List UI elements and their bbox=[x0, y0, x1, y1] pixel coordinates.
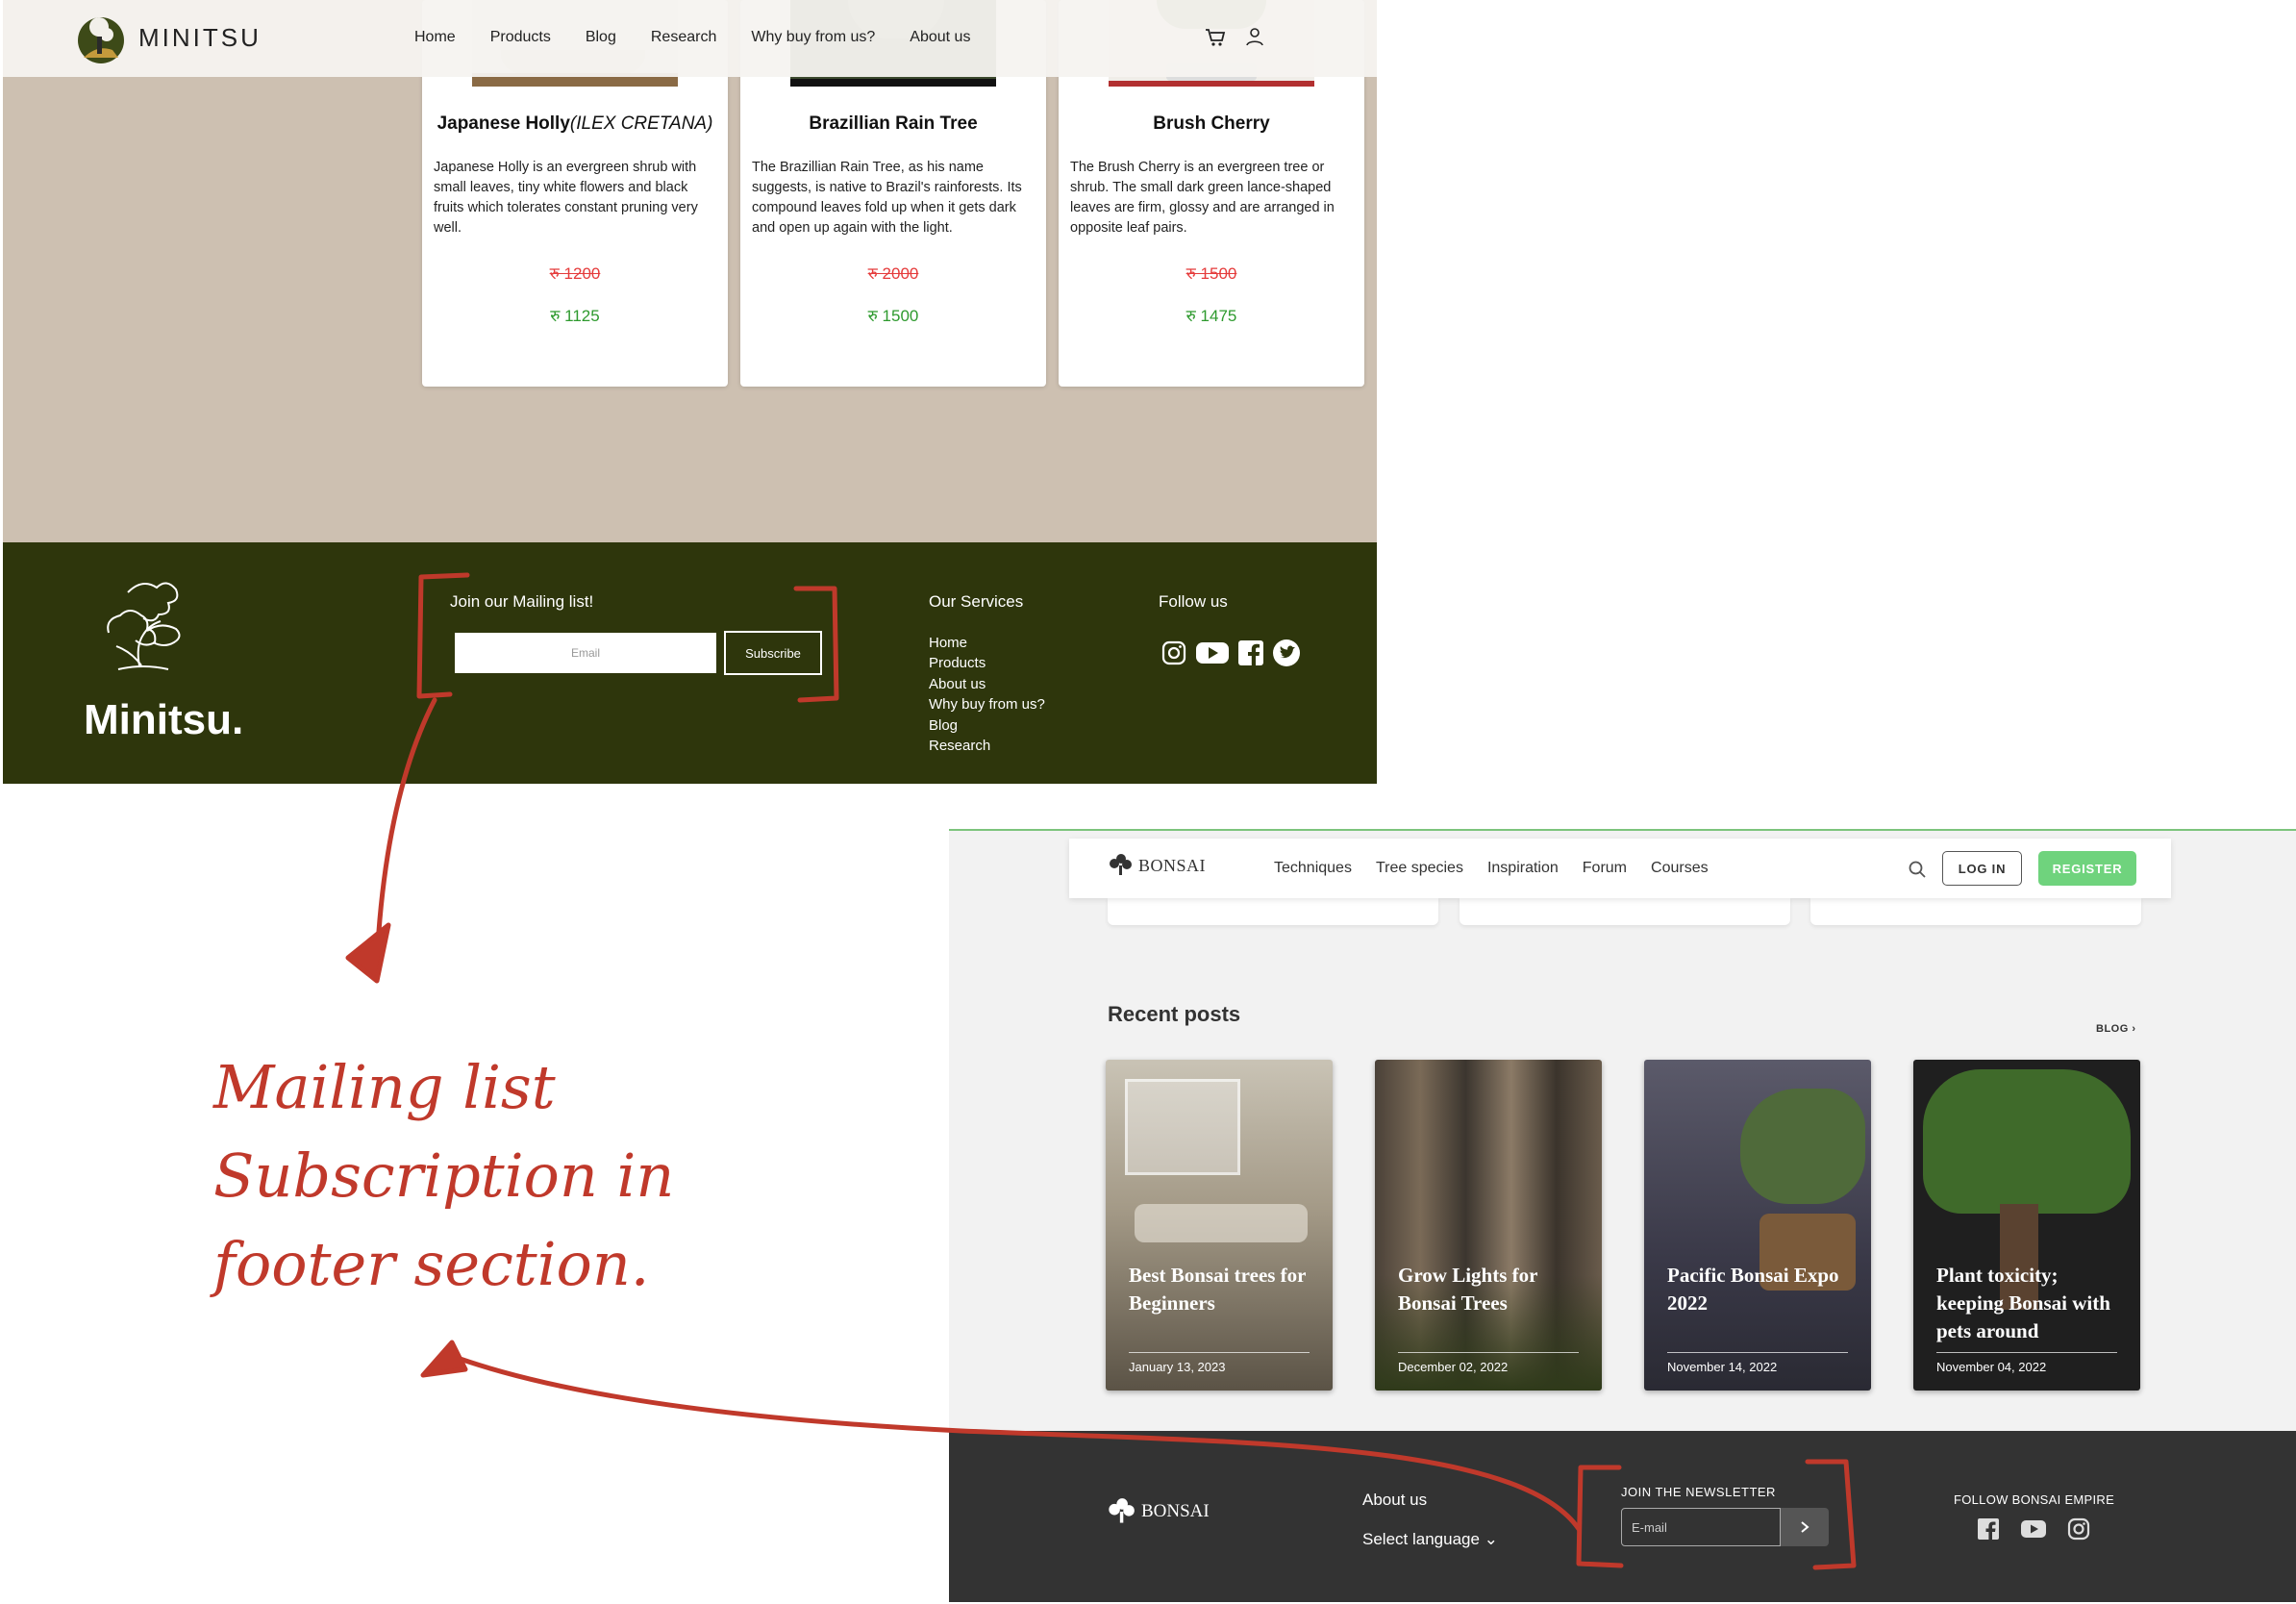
top-navigation: MINITSU Home Products Blog Research Why … bbox=[3, 0, 1377, 77]
highlight-bracket-right bbox=[793, 586, 839, 703]
arrowhead-left bbox=[420, 1340, 468, 1378]
highlight-bracket-left-2 bbox=[1576, 1465, 1624, 1568]
arrow-to-note bbox=[374, 697, 437, 965]
nav-products[interactable]: Products bbox=[490, 29, 551, 46]
annotation-line: Subscription in bbox=[213, 1140, 675, 1211]
nav-why-buy[interactable]: Why buy from us? bbox=[751, 29, 875, 46]
highlight-bracket-right-2 bbox=[1805, 1459, 1857, 1570]
cart-icon[interactable] bbox=[1205, 27, 1226, 48]
minitsu-logo-icon[interactable] bbox=[74, 10, 132, 67]
header-icons bbox=[1205, 27, 1264, 48]
nav-home[interactable]: Home bbox=[414, 29, 456, 46]
minitsu-brand[interactable]: MINITSU bbox=[138, 23, 262, 53]
highlight-bracket-left bbox=[416, 572, 470, 699]
arrowhead-down bbox=[345, 922, 391, 984]
nav-blog[interactable]: Blog bbox=[586, 29, 616, 46]
nav-about[interactable]: About us bbox=[910, 29, 970, 46]
annotation-note: Mailing list Subscription in footer sect… bbox=[213, 1043, 771, 1309]
main-menu: Home Products Blog Research Why buy from… bbox=[414, 29, 1005, 46]
arrow-to-note-2 bbox=[449, 1353, 1582, 1532]
annotation-line: Mailing list bbox=[213, 1052, 556, 1122]
user-icon[interactable] bbox=[1245, 27, 1264, 46]
nav-research[interactable]: Research bbox=[651, 29, 716, 46]
annotation-layer bbox=[345, 572, 1857, 1570]
annotation-line: footer section. bbox=[213, 1229, 650, 1299]
